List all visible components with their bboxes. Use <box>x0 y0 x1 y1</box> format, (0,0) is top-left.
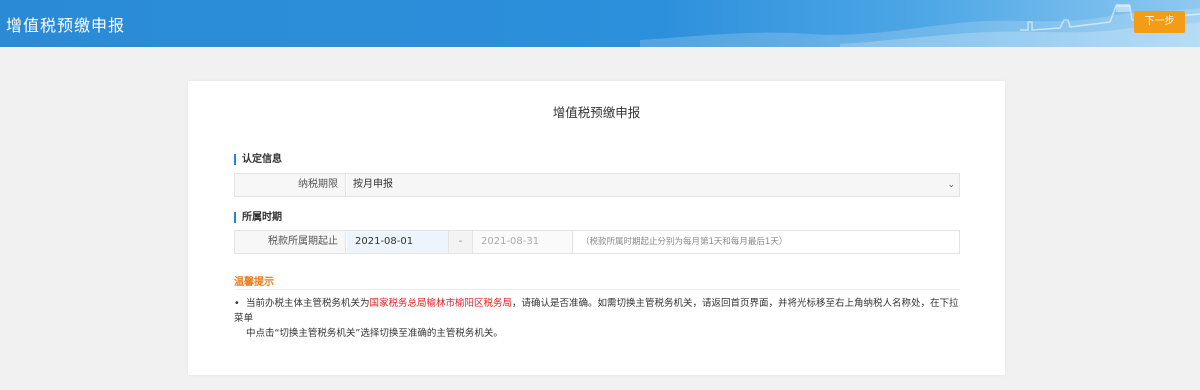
period-hint: （税款所属时期起止分别为每月第1天和每月最后1天） <box>581 237 788 247</box>
tax-period-row: 纳税期限 按月申报 ⌄ <box>234 173 960 197</box>
tax-period-label: 纳税期限 <box>235 174 346 196</box>
tax-period-value: 按月申报 <box>353 179 393 190</box>
card-title: 增值税预缴申报 <box>552 105 641 120</box>
tips-text: • 当前办税主体主管税务机关为国家税务总局榆林市榆阳区税务局，请确认是否准确。如需… <box>234 296 964 341</box>
tips-title: 温馨提示 <box>234 277 274 288</box>
tips-divider <box>234 289 960 290</box>
declaration-card: 增值税预缴申报 认定信息 纳税期限 按月申报 ⌄ 所属时期 税款所属期起止 20… <box>188 81 1005 375</box>
section-auth-info: 认定信息 <box>234 154 282 165</box>
period-range-label: 税款所属期起止 <box>235 231 346 253</box>
period-start-input[interactable]: 2021-08-01 <box>347 231 448 253</box>
tax-period-select[interactable]: 按月申报 ⌄ <box>347 174 959 196</box>
next-step-button[interactable]: 下一步 <box>1134 11 1185 33</box>
section-period: 所属时期 <box>234 212 282 223</box>
app-title: 增值税预缴申报 <box>6 16 126 35</box>
tips-text-before: 当前办税主体主管税务机关为 <box>246 298 370 309</box>
period-separator: - <box>448 231 473 253</box>
bullet-icon: • <box>234 298 240 309</box>
period-range-row: 税款所属期起止 2021-08-01 - 2021-08-31 （税款所属时期起… <box>234 230 960 254</box>
tax-authority-highlight: 国家税务总局榆林市榆阳区税务局 <box>369 298 513 309</box>
top-header: 增值税预缴申报 下一步 <box>0 0 1200 47</box>
chevron-down-icon: ⌄ <box>947 180 955 190</box>
tips-text-line2: 中点击“切换主管税务机关”选择切换至准确的主管税务机关。 <box>246 328 503 339</box>
great-wall-banner-image <box>640 4 1200 47</box>
period-end-input[interactable]: 2021-08-31 <box>473 231 573 253</box>
